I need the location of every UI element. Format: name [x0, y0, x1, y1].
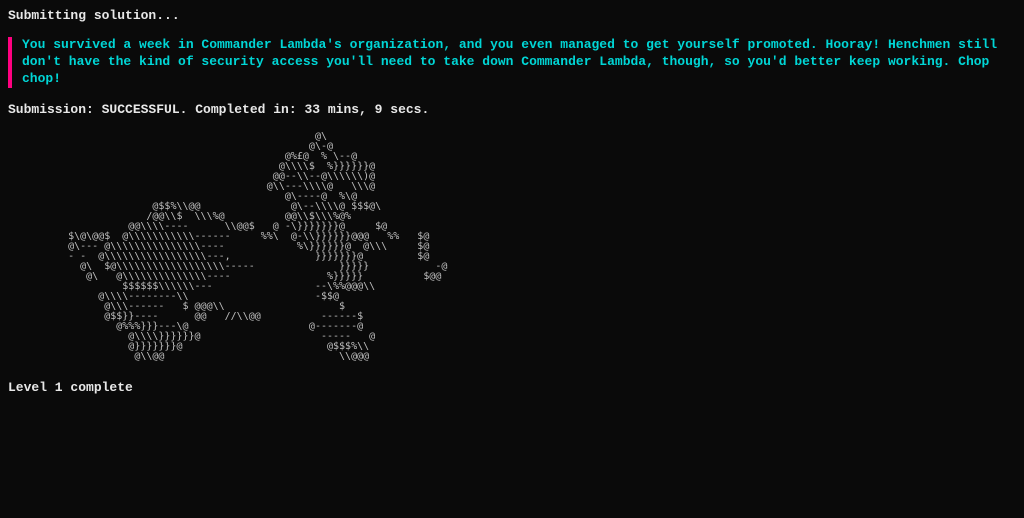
quote-block: You survived a week in Commander Lambda'… [8, 37, 1016, 88]
submitting-status: Submitting solution... [8, 8, 1016, 25]
submission-result: Submission: SUCCESSFUL. Completed in: 33… [8, 102, 1016, 119]
quote-text: You survived a week in Commander Lambda'… [22, 37, 997, 86]
ascii-art-bunny: @\ @\-@ @%£@ % \--@ @\\\\$ %}}}}}}@ [38, 132, 1016, 362]
level-status: Level 1 complete [8, 380, 1016, 397]
